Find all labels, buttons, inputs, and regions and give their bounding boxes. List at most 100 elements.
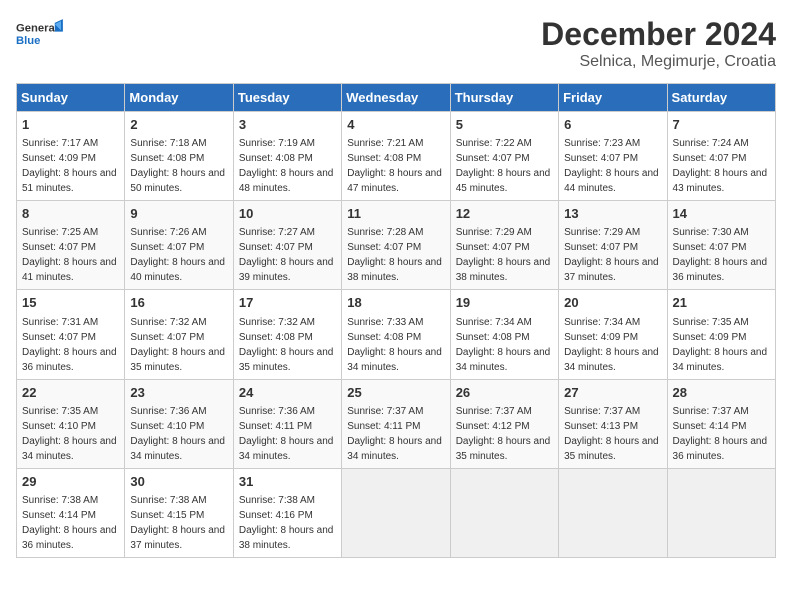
day-number: 31 [239, 473, 336, 491]
day-number: 18 [347, 294, 444, 312]
calendar-cell: 1 Sunrise: 7:17 AMSunset: 4:09 PMDayligh… [17, 112, 125, 201]
week-row-3: 15 Sunrise: 7:31 AMSunset: 4:07 PMDaylig… [17, 290, 776, 379]
day-number: 1 [22, 116, 119, 134]
day-info: Sunrise: 7:27 AMSunset: 4:07 PMDaylight:… [239, 227, 334, 283]
page-header: General Blue December 2024 Selnica, Megi… [16, 16, 776, 71]
calendar-cell: 18 Sunrise: 7:33 AMSunset: 4:08 PMDaylig… [342, 290, 450, 379]
svg-text:General: General [16, 23, 58, 35]
day-info: Sunrise: 7:33 AMSunset: 4:08 PMDaylight:… [347, 317, 442, 373]
calendar-cell: 6 Sunrise: 7:23 AMSunset: 4:07 PMDayligh… [559, 112, 667, 201]
calendar-cell: 30 Sunrise: 7:38 AMSunset: 4:15 PMDaylig… [125, 468, 233, 557]
day-number: 15 [22, 294, 119, 312]
day-info: Sunrise: 7:25 AMSunset: 4:07 PMDaylight:… [22, 227, 117, 283]
day-info: Sunrise: 7:19 AMSunset: 4:08 PMDaylight:… [239, 138, 334, 194]
day-info: Sunrise: 7:32 AMSunset: 4:07 PMDaylight:… [130, 317, 225, 373]
day-number: 8 [22, 205, 119, 223]
calendar-cell: 29 Sunrise: 7:38 AMSunset: 4:14 PMDaylig… [17, 468, 125, 557]
day-info: Sunrise: 7:24 AMSunset: 4:07 PMDaylight:… [673, 138, 768, 194]
day-info: Sunrise: 7:36 AMSunset: 4:10 PMDaylight:… [130, 406, 225, 462]
calendar-cell: 25 Sunrise: 7:37 AMSunset: 4:11 PMDaylig… [342, 379, 450, 468]
header-monday: Monday [125, 84, 233, 112]
day-number: 24 [239, 384, 336, 402]
day-info: Sunrise: 7:38 AMSunset: 4:14 PMDaylight:… [22, 495, 117, 551]
header-thursday: Thursday [450, 84, 558, 112]
day-number: 26 [456, 384, 553, 402]
calendar-cell: 31 Sunrise: 7:38 AMSunset: 4:16 PMDaylig… [233, 468, 341, 557]
week-row-1: 1 Sunrise: 7:17 AMSunset: 4:09 PMDayligh… [17, 112, 776, 201]
day-number: 21 [673, 294, 770, 312]
day-info: Sunrise: 7:31 AMSunset: 4:07 PMDaylight:… [22, 317, 117, 373]
day-info: Sunrise: 7:17 AMSunset: 4:09 PMDaylight:… [22, 138, 117, 194]
calendar-cell: 8 Sunrise: 7:25 AMSunset: 4:07 PMDayligh… [17, 201, 125, 290]
logo: General Blue [16, 16, 66, 54]
week-row-5: 29 Sunrise: 7:38 AMSunset: 4:14 PMDaylig… [17, 468, 776, 557]
day-info: Sunrise: 7:37 AMSunset: 4:13 PMDaylight:… [564, 406, 659, 462]
calendar-cell: 28 Sunrise: 7:37 AMSunset: 4:14 PMDaylig… [667, 379, 775, 468]
calendar-cell: 24 Sunrise: 7:36 AMSunset: 4:11 PMDaylig… [233, 379, 341, 468]
day-info: Sunrise: 7:29 AMSunset: 4:07 PMDaylight:… [564, 227, 659, 283]
calendar-cell: 27 Sunrise: 7:37 AMSunset: 4:13 PMDaylig… [559, 379, 667, 468]
day-number: 9 [130, 205, 227, 223]
day-info: Sunrise: 7:38 AMSunset: 4:16 PMDaylight:… [239, 495, 334, 551]
day-number: 25 [347, 384, 444, 402]
calendar-cell: 19 Sunrise: 7:34 AMSunset: 4:08 PMDaylig… [450, 290, 558, 379]
day-info: Sunrise: 7:35 AMSunset: 4:09 PMDaylight:… [673, 317, 768, 373]
calendar-cell: 4 Sunrise: 7:21 AMSunset: 4:08 PMDayligh… [342, 112, 450, 201]
calendar-cell [559, 468, 667, 557]
day-number: 16 [130, 294, 227, 312]
header-friday: Friday [559, 84, 667, 112]
calendar-cell: 10 Sunrise: 7:27 AMSunset: 4:07 PMDaylig… [233, 201, 341, 290]
day-number: 2 [130, 116, 227, 134]
day-info: Sunrise: 7:28 AMSunset: 4:07 PMDaylight:… [347, 227, 442, 283]
calendar-cell: 26 Sunrise: 7:37 AMSunset: 4:12 PMDaylig… [450, 379, 558, 468]
day-number: 27 [564, 384, 661, 402]
calendar-header-row: SundayMondayTuesdayWednesdayThursdayFrid… [17, 84, 776, 112]
day-info: Sunrise: 7:36 AMSunset: 4:11 PMDaylight:… [239, 406, 334, 462]
day-info: Sunrise: 7:23 AMSunset: 4:07 PMDaylight:… [564, 138, 659, 194]
calendar-cell [667, 468, 775, 557]
day-number: 13 [564, 205, 661, 223]
header-sunday: Sunday [17, 84, 125, 112]
week-row-4: 22 Sunrise: 7:35 AMSunset: 4:10 PMDaylig… [17, 379, 776, 468]
day-number: 6 [564, 116, 661, 134]
day-number: 20 [564, 294, 661, 312]
day-number: 30 [130, 473, 227, 491]
calendar-cell: 3 Sunrise: 7:19 AMSunset: 4:08 PMDayligh… [233, 112, 341, 201]
day-number: 29 [22, 473, 119, 491]
title-block: December 2024 Selnica, Megimurje, Croati… [541, 16, 776, 71]
day-number: 14 [673, 205, 770, 223]
day-number: 10 [239, 205, 336, 223]
calendar-cell: 5 Sunrise: 7:22 AMSunset: 4:07 PMDayligh… [450, 112, 558, 201]
header-wednesday: Wednesday [342, 84, 450, 112]
header-tuesday: Tuesday [233, 84, 341, 112]
calendar-cell: 15 Sunrise: 7:31 AMSunset: 4:07 PMDaylig… [17, 290, 125, 379]
week-row-2: 8 Sunrise: 7:25 AMSunset: 4:07 PMDayligh… [17, 201, 776, 290]
calendar-cell: 17 Sunrise: 7:32 AMSunset: 4:08 PMDaylig… [233, 290, 341, 379]
calendar-cell: 16 Sunrise: 7:32 AMSunset: 4:07 PMDaylig… [125, 290, 233, 379]
day-info: Sunrise: 7:37 AMSunset: 4:14 PMDaylight:… [673, 406, 768, 462]
day-info: Sunrise: 7:34 AMSunset: 4:09 PMDaylight:… [564, 317, 659, 373]
day-number: 7 [673, 116, 770, 134]
calendar-cell [450, 468, 558, 557]
day-info: Sunrise: 7:32 AMSunset: 4:08 PMDaylight:… [239, 317, 334, 373]
day-number: 4 [347, 116, 444, 134]
day-number: 28 [673, 384, 770, 402]
day-number: 22 [22, 384, 119, 402]
calendar-table: SundayMondayTuesdayWednesdayThursdayFrid… [16, 83, 776, 558]
calendar-cell: 11 Sunrise: 7:28 AMSunset: 4:07 PMDaylig… [342, 201, 450, 290]
day-info: Sunrise: 7:29 AMSunset: 4:07 PMDaylight:… [456, 227, 551, 283]
calendar-cell: 14 Sunrise: 7:30 AMSunset: 4:07 PMDaylig… [667, 201, 775, 290]
day-info: Sunrise: 7:18 AMSunset: 4:08 PMDaylight:… [130, 138, 225, 194]
day-number: 17 [239, 294, 336, 312]
day-info: Sunrise: 7:34 AMSunset: 4:08 PMDaylight:… [456, 317, 551, 373]
logo-icon: General Blue [16, 16, 66, 54]
day-info: Sunrise: 7:38 AMSunset: 4:15 PMDaylight:… [130, 495, 225, 551]
day-info: Sunrise: 7:26 AMSunset: 4:07 PMDaylight:… [130, 227, 225, 283]
calendar-cell: 9 Sunrise: 7:26 AMSunset: 4:07 PMDayligh… [125, 201, 233, 290]
calendar-cell: 21 Sunrise: 7:35 AMSunset: 4:09 PMDaylig… [667, 290, 775, 379]
day-number: 5 [456, 116, 553, 134]
day-number: 12 [456, 205, 553, 223]
day-number: 11 [347, 205, 444, 223]
day-info: Sunrise: 7:35 AMSunset: 4:10 PMDaylight:… [22, 406, 117, 462]
day-info: Sunrise: 7:21 AMSunset: 4:08 PMDaylight:… [347, 138, 442, 194]
